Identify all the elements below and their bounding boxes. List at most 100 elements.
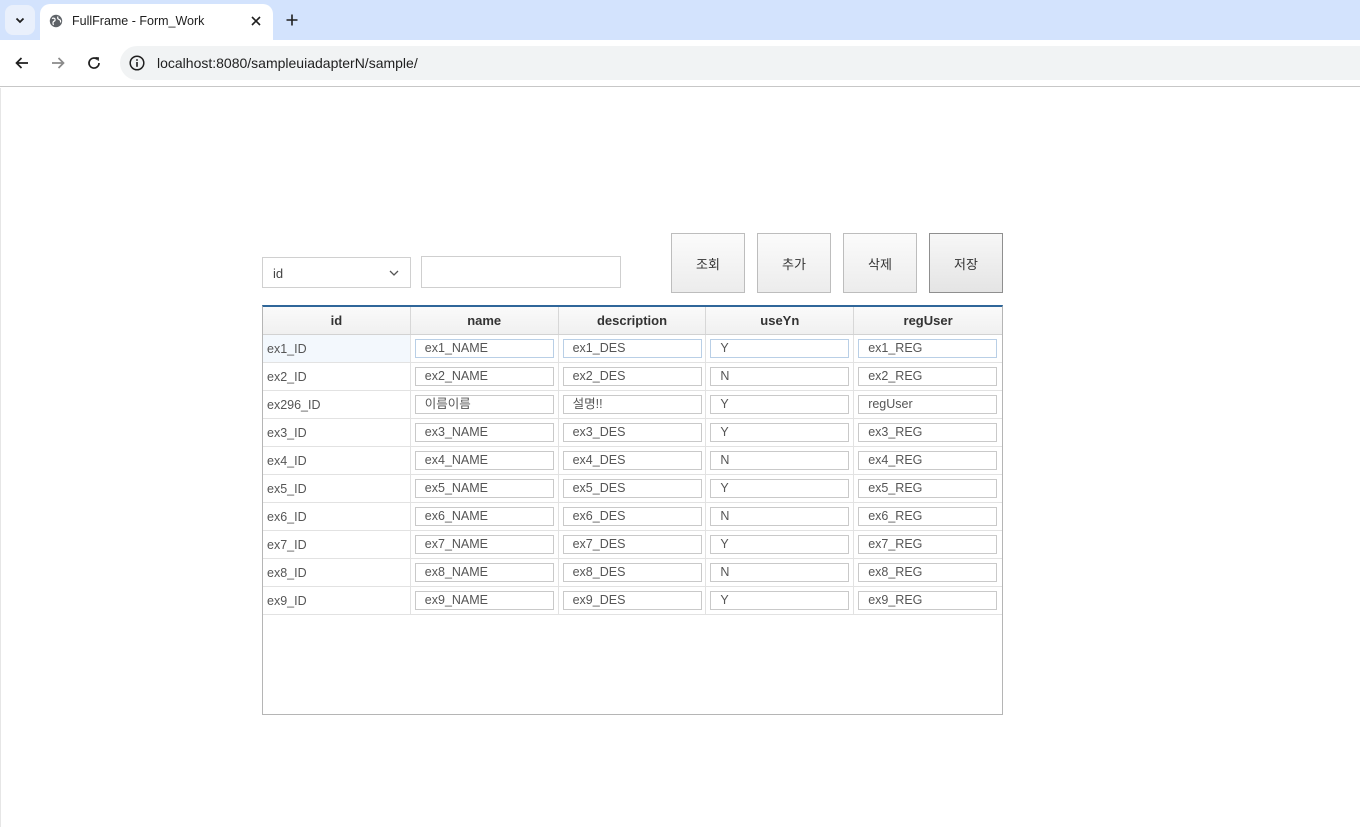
cell-name: 이름이름 — [411, 391, 559, 418]
reload-button[interactable] — [83, 52, 105, 74]
add-button[interactable]: 추가 — [757, 233, 831, 293]
useyn-input[interactable]: Y — [710, 535, 850, 554]
table-row[interactable]: ex1_ID ex1_NAME ex1_DES Yex1_REG — [263, 335, 1002, 363]
table-row[interactable]: ex6_ID ex6_NAME ex6_DES Nex6_REG — [263, 503, 1002, 531]
close-icon — [251, 16, 261, 26]
useyn-input[interactable]: N — [710, 367, 850, 386]
cell-reguser: regUser — [854, 391, 1002, 418]
data-grid: id name description useYn regUser ex1_ID… — [262, 305, 1003, 715]
search-field-select[interactable]: id — [262, 257, 411, 288]
reguser-input[interactable]: ex2_REG — [858, 367, 998, 386]
cell-id[interactable]: ex3_ID — [263, 419, 411, 446]
reguser-input[interactable]: ex1_REG — [858, 339, 998, 358]
save-button[interactable]: 저장 — [929, 233, 1003, 293]
cell-useyn: Y — [706, 335, 855, 362]
useyn-input[interactable]: Y — [710, 395, 850, 414]
table-row[interactable]: ex9_ID ex9_NAME ex9_DES Yex9_REG — [263, 587, 1002, 615]
cell-id[interactable]: ex4_ID — [263, 447, 411, 474]
cell-id[interactable]: ex296_ID — [263, 391, 411, 418]
description-input[interactable]: ex6_DES — [562, 507, 702, 526]
cell-reguser: ex9_REG — [854, 587, 1002, 614]
browser-tabstrip: FullFrame - Form_Work — [0, 0, 1360, 40]
column-header-id[interactable]: id — [263, 307, 411, 334]
column-header-useyn[interactable]: useYn — [706, 307, 855, 334]
cell-useyn: Y — [706, 531, 855, 558]
useyn-input[interactable]: Y — [710, 479, 850, 498]
search-input[interactable] — [421, 256, 621, 288]
description-input[interactable]: ex5_DES — [562, 479, 702, 498]
useyn-input[interactable]: N — [710, 451, 850, 470]
reguser-input[interactable]: ex7_REG — [858, 535, 998, 554]
table-row[interactable]: ex8_ID ex8_NAME ex8_DES Nex8_REG — [263, 559, 1002, 587]
reguser-input[interactable]: ex3_REG — [858, 423, 998, 442]
useyn-input[interactable]: Y — [710, 339, 850, 358]
forward-button[interactable] — [47, 52, 69, 74]
cell-name: ex5_NAME — [411, 475, 559, 502]
description-input[interactable]: ex3_DES — [562, 423, 702, 442]
delete-button[interactable]: 삭제 — [843, 233, 917, 293]
address-bar[interactable]: localhost:8080/sampleuiadapterN/sample/ — [120, 46, 1360, 80]
name-input[interactable]: 이름이름 — [414, 395, 554, 414]
back-button[interactable] — [11, 52, 33, 74]
useyn-input[interactable]: Y — [710, 591, 850, 610]
column-header-description[interactable]: description — [559, 307, 707, 334]
useyn-input[interactable]: Y — [710, 423, 850, 442]
cell-id[interactable]: ex2_ID — [263, 363, 411, 390]
table-row[interactable]: ex4_ID ex4_NAME ex4_DES Nex4_REG — [263, 447, 1002, 475]
browser-tab-active[interactable]: FullFrame - Form_Work — [40, 4, 273, 40]
description-input[interactable]: ex2_DES — [562, 367, 702, 386]
new-tab-button[interactable] — [282, 10, 302, 30]
table-row[interactable]: ex3_ID ex3_NAME ex3_DES Yex3_REG — [263, 419, 1002, 447]
cell-useyn: N — [706, 447, 855, 474]
reguser-input[interactable]: ex8_REG — [858, 563, 998, 582]
cell-name: ex8_NAME — [411, 559, 559, 586]
cell-reguser: ex1_REG — [854, 335, 1002, 362]
tab-close-button[interactable] — [247, 12, 265, 30]
name-input[interactable]: ex4_NAME — [414, 451, 554, 470]
table-row[interactable]: ex5_ID ex5_NAME ex5_DES Yex5_REG — [263, 475, 1002, 503]
column-header-name[interactable]: name — [411, 307, 559, 334]
cell-id[interactable]: ex8_ID — [263, 559, 411, 586]
name-input[interactable]: ex2_NAME — [414, 367, 554, 386]
name-input[interactable]: ex3_NAME — [414, 423, 554, 442]
column-header-reguser[interactable]: regUser — [854, 307, 1002, 334]
cell-description: ex7_DES — [559, 531, 707, 558]
name-input[interactable]: ex9_NAME — [414, 591, 554, 610]
name-input[interactable]: ex6_NAME — [414, 507, 554, 526]
info-icon[interactable] — [129, 55, 145, 71]
reguser-input[interactable]: ex5_REG — [858, 479, 998, 498]
description-input[interactable]: ex1_DES — [562, 339, 702, 358]
name-input[interactable]: ex7_NAME — [414, 535, 554, 554]
reguser-input[interactable]: ex6_REG — [858, 507, 998, 526]
useyn-input[interactable]: N — [710, 507, 850, 526]
name-input[interactable]: ex1_NAME — [414, 339, 554, 358]
reload-icon — [88, 57, 100, 69]
description-input[interactable]: ex9_DES — [562, 591, 702, 610]
name-input[interactable]: ex8_NAME — [414, 563, 554, 582]
name-input[interactable]: ex5_NAME — [414, 479, 554, 498]
cell-reguser: ex2_REG — [854, 363, 1002, 390]
cell-description: ex2_DES — [559, 363, 707, 390]
cell-id[interactable]: ex9_ID — [263, 587, 411, 614]
cell-id[interactable]: ex7_ID — [263, 531, 411, 558]
cell-id[interactable]: ex1_ID — [263, 335, 411, 362]
description-input[interactable]: ex7_DES — [562, 535, 702, 554]
reguser-input[interactable]: regUser — [858, 395, 998, 414]
cell-useyn: N — [706, 363, 855, 390]
description-input[interactable]: ex8_DES — [562, 563, 702, 582]
cell-id[interactable]: ex5_ID — [263, 475, 411, 502]
reguser-input[interactable]: ex9_REG — [858, 591, 998, 610]
table-row[interactable]: ex2_ID ex2_NAME ex2_DES Nex2_REG — [263, 363, 1002, 391]
cell-id[interactable]: ex6_ID — [263, 503, 411, 530]
table-row[interactable]: ex296_ID 이름이름 설명!! YregUser — [263, 391, 1002, 419]
query-button[interactable]: 조회 — [671, 233, 745, 293]
reguser-input[interactable]: ex4_REG — [858, 451, 998, 470]
cell-name: ex9_NAME — [411, 587, 559, 614]
description-input[interactable]: ex4_DES — [562, 451, 702, 470]
tab-search-button[interactable] — [5, 5, 35, 35]
tab-title: FullFrame - Form_Work — [72, 14, 205, 28]
useyn-input[interactable]: N — [710, 563, 850, 582]
table-row[interactable]: ex7_ID ex7_NAME ex7_DES Yex7_REG — [263, 531, 1002, 559]
cell-name: ex2_NAME — [411, 363, 559, 390]
description-input[interactable]: 설명!! — [562, 395, 702, 414]
